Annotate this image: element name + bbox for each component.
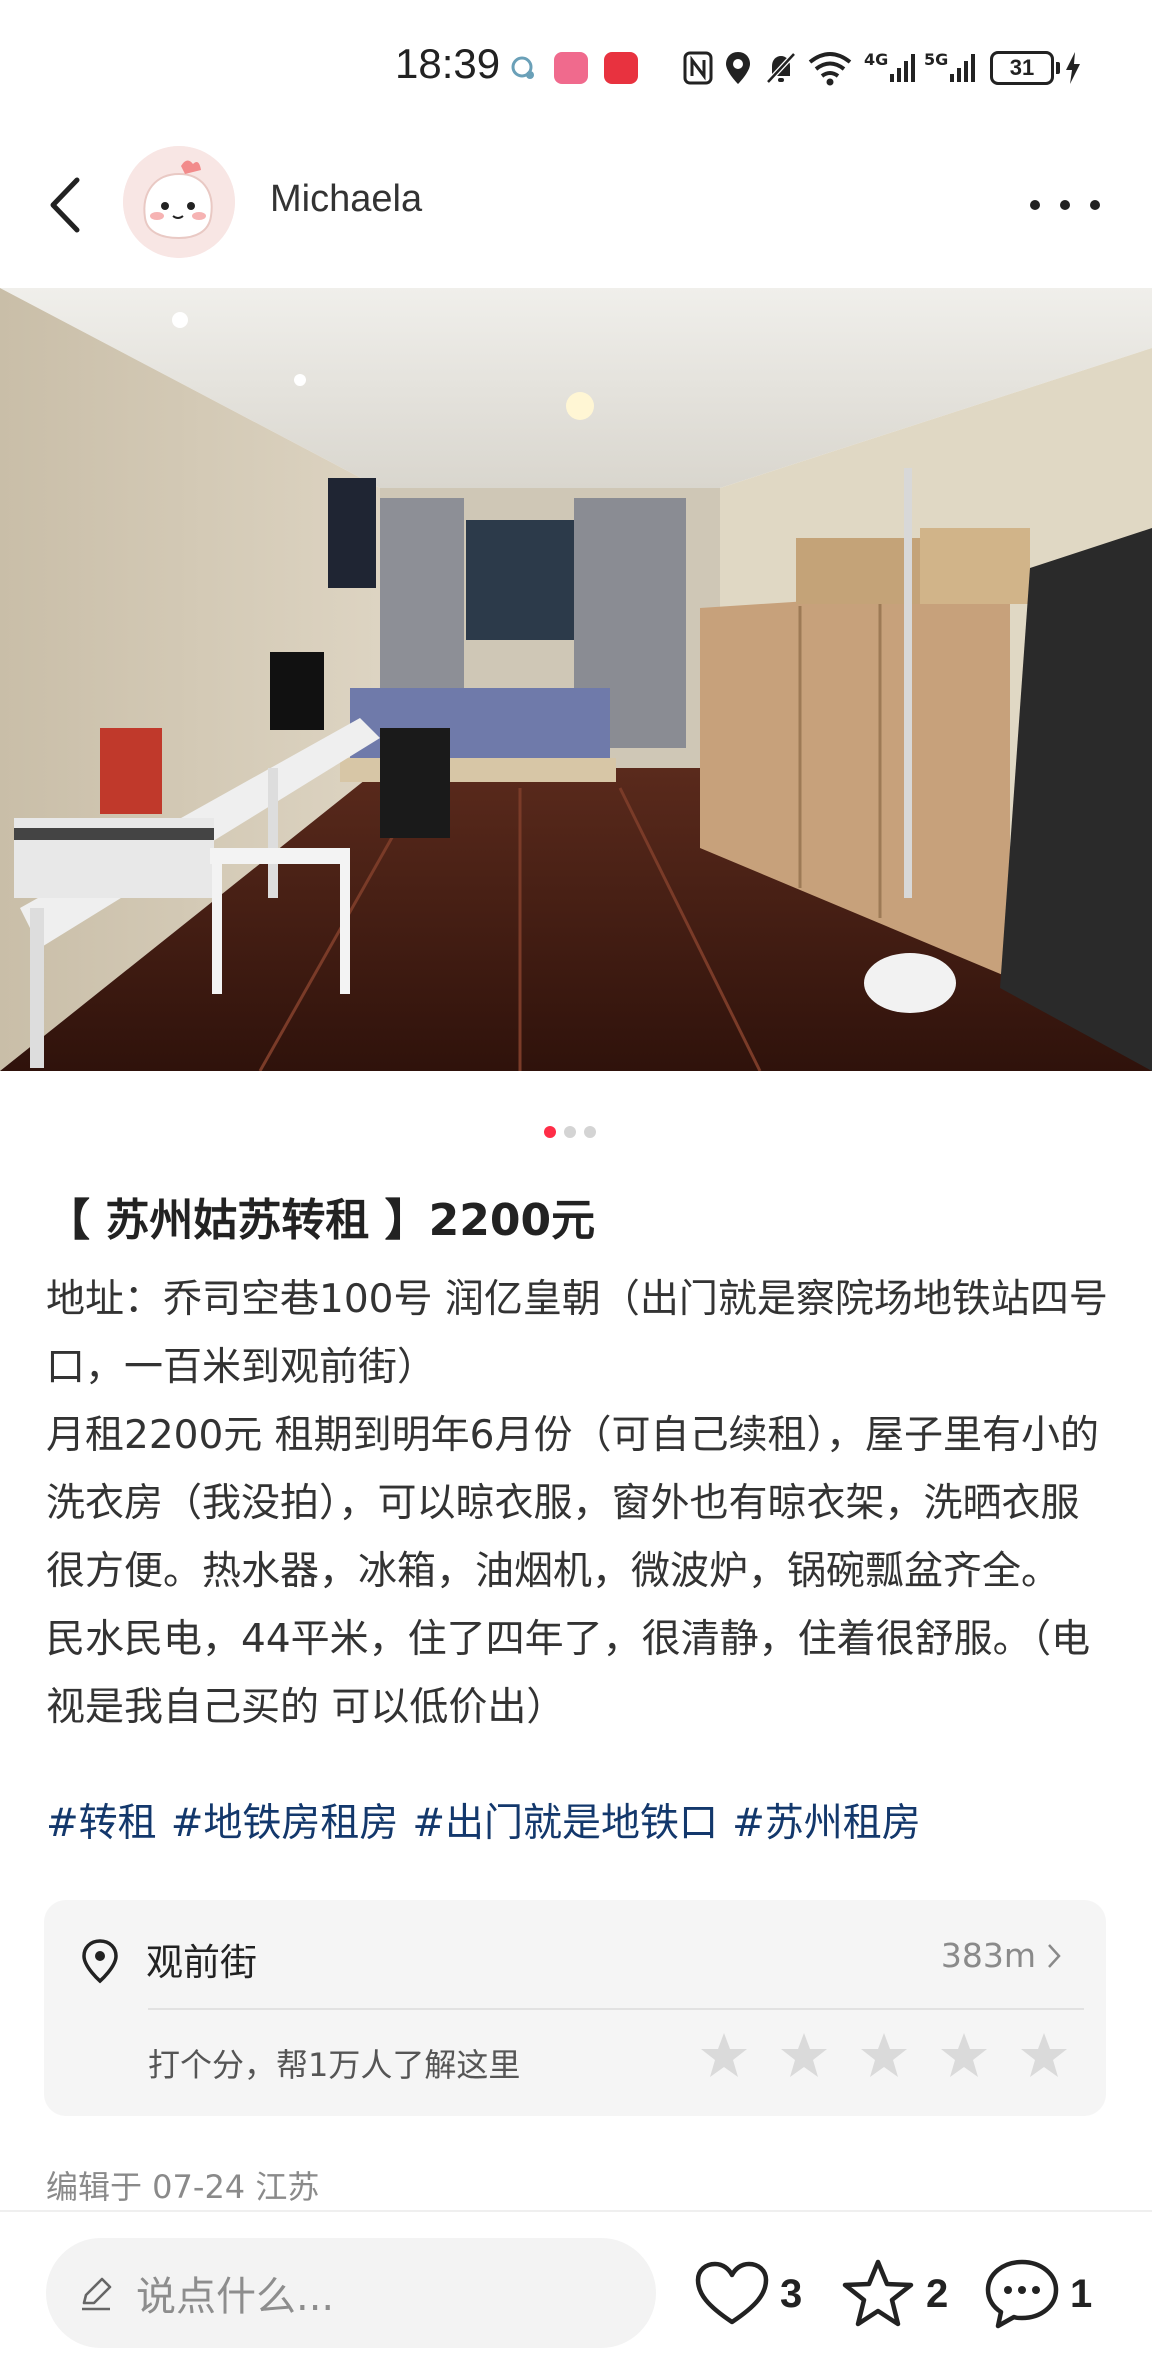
dot-icon	[1030, 200, 1040, 210]
location-icon	[724, 48, 752, 88]
bell-off-icon	[764, 48, 798, 88]
location-pin-icon	[80, 1938, 120, 1988]
nfc-icon	[682, 48, 714, 88]
post-paragraph: 地址：乔司空巷100号 润亿皇朝（出门就是察院场地铁站四号口，一百米到观前街）	[46, 1277, 1108, 1390]
rating-star-icon[interactable]	[858, 2030, 910, 2082]
location-card[interactable]: 观前街 383m 打个分，帮1万人了解这里	[44, 1900, 1106, 2116]
post-body: 地址：乔司空巷100号 润亿皇朝（出门就是察院场地铁站四号口，一百米到观前街） …	[46, 1266, 1116, 1742]
rating-star-icon[interactable]	[698, 2030, 750, 2082]
star-icon	[842, 2259, 914, 2327]
app-badge-icon	[554, 52, 588, 84]
chevron-right-icon	[1048, 1943, 1061, 1968]
avatar[interactable]	[123, 146, 235, 258]
location-name[interactable]: 观前街	[146, 1932, 257, 1986]
post-paragraph: 民水民电，44平米，住了四年了，很清静，住着很舒服。（电视是我自己买的 可以低价…	[46, 1617, 1091, 1730]
post-header: Michaela	[0, 130, 1152, 280]
signal-5g-icon: 5G	[924, 48, 978, 88]
charging-icon	[1066, 52, 1080, 84]
dot-icon	[1090, 200, 1100, 210]
star-rating[interactable]	[698, 2030, 1070, 2082]
gallery-dot-active	[544, 1126, 556, 1138]
post-title: 【 苏州姑苏转租 】2200元	[46, 1195, 596, 1246]
favorite-button[interactable]: 2	[840, 2256, 948, 2332]
comment-count: 1	[1070, 2271, 1093, 2316]
gallery-indicator	[544, 1126, 596, 1138]
rating-star-icon[interactable]	[938, 2030, 990, 2082]
comment-button[interactable]: 1	[984, 2256, 1092, 2332]
dot-icon	[1060, 200, 1070, 210]
post-paragraph: 月租2200元 租期到明年6月份（可自己续租），屋子里有小的洗衣房（我没拍），可…	[46, 1413, 1099, 1594]
hashtag-link[interactable]: #苏州租房	[732, 1792, 921, 1848]
location-distance[interactable]: 383m	[941, 1936, 1062, 1975]
hashtag-link[interactable]: #地铁房租房	[171, 1792, 399, 1848]
hashtag-link[interactable]: #出门就是地铁口	[412, 1792, 718, 1848]
edit-meta: 编辑于 07-24 江苏	[46, 2168, 320, 2206]
pencil-icon	[82, 2277, 112, 2311]
divider	[148, 2008, 1084, 2010]
chat-bubble-icon	[508, 48, 538, 88]
rating-prompt: 打个分，帮1万人了解这里	[148, 2046, 521, 2084]
divider	[0, 2210, 1152, 2212]
gallery-dot	[584, 1126, 596, 1138]
comment-input[interactable]: 说点什么...	[46, 2238, 656, 2348]
status-bar: 18:39 4G 5G 31	[0, 0, 1152, 130]
gallery-dot	[564, 1126, 576, 1138]
signal-4g-icon: 4G	[864, 48, 918, 88]
hashtag-link[interactable]: #转租	[46, 1792, 157, 1848]
like-count: 3	[780, 2271, 803, 2316]
app-badge-icon	[604, 52, 638, 84]
battery-icon: 31	[990, 48, 1082, 88]
distance-value: 383m	[940, 1936, 1036, 1975]
rating-star-icon[interactable]	[778, 2030, 830, 2082]
favorite-count: 2	[926, 2271, 949, 2316]
status-time: 18:39	[395, 40, 501, 87]
heart-icon	[695, 2261, 769, 2325]
username[interactable]: Michaela	[270, 178, 422, 221]
comment-icon	[985, 2259, 1059, 2329]
chevron-left-icon	[50, 177, 80, 233]
back-button[interactable]	[40, 170, 88, 240]
hashtag-list: #转租 #地铁房租房 #出门就是地铁口 #苏州租房	[46, 1792, 921, 1848]
like-button[interactable]: 3	[694, 2256, 802, 2332]
post-photo[interactable]	[0, 288, 1152, 1071]
rating-star-icon[interactable]	[1018, 2030, 1070, 2082]
comment-placeholder: 说点什么...	[136, 2274, 335, 2320]
wifi-icon	[808, 48, 852, 88]
more-options-button[interactable]	[1030, 180, 1100, 230]
